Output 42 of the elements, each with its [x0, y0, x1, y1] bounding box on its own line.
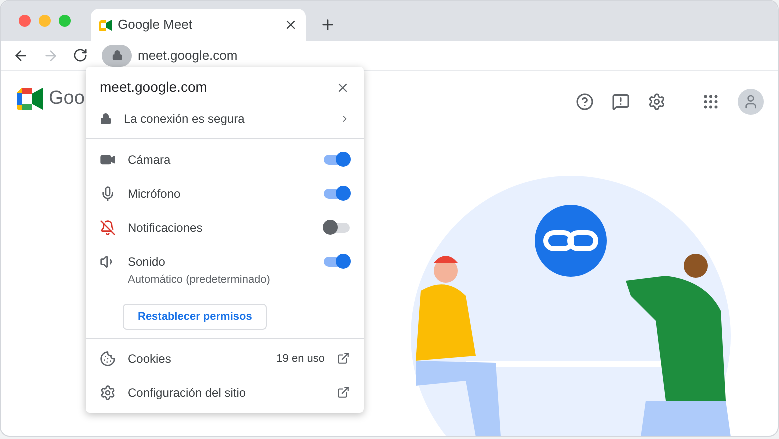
permission-toggle[interactable]: [324, 257, 350, 267]
popup-title: meet.google.com: [100, 78, 208, 97]
reset-permissions-button[interactable]: Restablecer permisos: [123, 304, 268, 330]
logo-text: Goo: [49, 86, 85, 111]
external-link-icon: [337, 352, 350, 366]
site-link-row[interactable]: Configuración del sitio: [86, 376, 364, 410]
close-tab-icon[interactable]: [284, 18, 298, 32]
cookie-count: 19 en uso: [276, 352, 325, 366]
reload-icon[interactable]: [73, 48, 88, 63]
tab-title: Google Meet: [118, 16, 194, 34]
connection-row[interactable]: La conexión es segura: [86, 104, 364, 134]
browser-tab[interactable]: Google Meet: [91, 9, 306, 41]
permission-toggle[interactable]: [324, 189, 350, 199]
site-link-row[interactable]: Cookies 19 en uso: [86, 342, 364, 376]
external-link-icon: [337, 386, 350, 400]
permission-toggle[interactable]: [324, 223, 350, 233]
help-icon[interactable]: [576, 93, 594, 111]
site-info-button[interactable]: [102, 44, 132, 66]
permission-label: Sonido: [128, 254, 166, 271]
address-url[interactable]: meet.google.com: [138, 46, 238, 66]
avatar[interactable]: [738, 89, 764, 115]
microphone-icon: [100, 186, 116, 202]
settings-icon[interactable]: [648, 93, 666, 111]
back-icon[interactable]: [13, 48, 29, 64]
feedback-icon[interactable]: [612, 93, 630, 111]
apps-grid-icon[interactable]: [702, 93, 720, 111]
connection-status: La conexión es segura: [124, 111, 246, 128]
lock-icon: [100, 113, 112, 125]
settings-icon: [100, 384, 116, 401]
permission-label: Cámara: [128, 152, 172, 169]
permission-detail: Automático (predeterminado): [127, 273, 272, 288]
link-label: Cookies: [128, 350, 172, 368]
permission-toggle[interactable]: [324, 155, 350, 165]
lock-icon: [112, 50, 122, 61]
link-label: Configuración del sitio: [128, 384, 248, 402]
meet-logo-icon: [17, 88, 43, 110]
cookie-icon: [100, 350, 116, 367]
permission-label: Micrófono: [128, 186, 182, 203]
permission-label: Notificaciones: [128, 220, 204, 237]
meet-favicon-icon: [99, 20, 112, 30]
bell-icon: [100, 220, 116, 236]
new-tab-icon[interactable]: [320, 17, 336, 33]
